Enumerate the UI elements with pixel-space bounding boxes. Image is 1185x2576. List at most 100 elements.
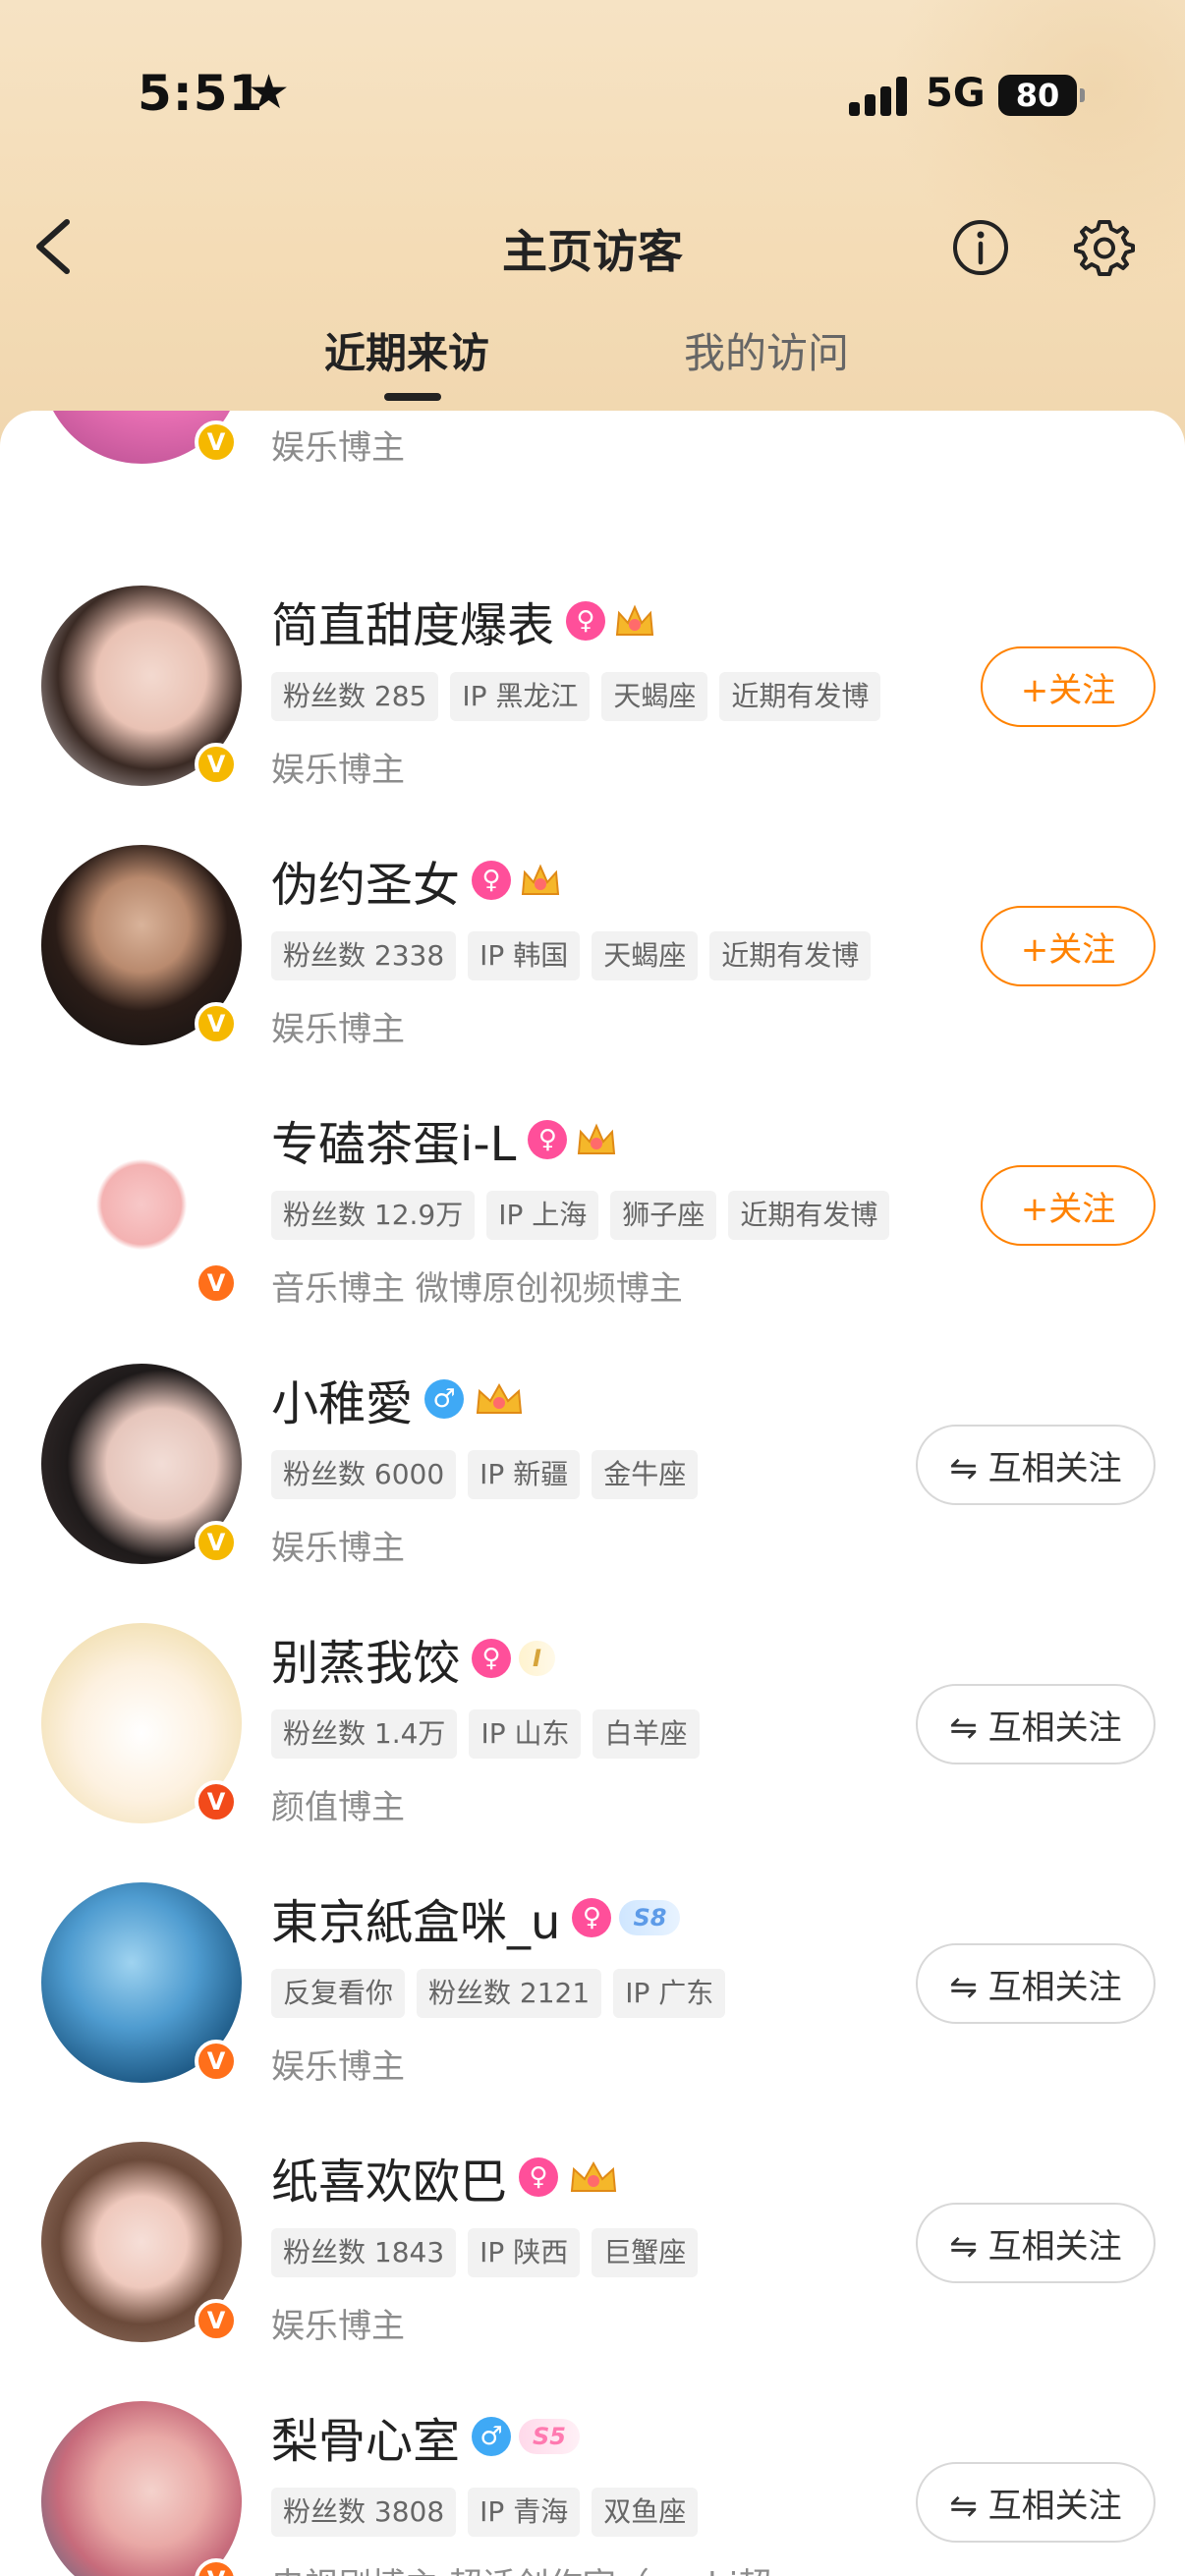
tag: IP 山东 xyxy=(469,1709,582,1759)
list-item[interactable]: V 伪约圣女 ♀ 粉丝数 2338 IP 韩国 天蝎座 近期有发博 娱乐博主 +… xyxy=(0,845,1185,1104)
tag: IP 青海 xyxy=(468,2488,581,2537)
tag: 粉丝数 6000 xyxy=(271,1450,457,1499)
verified-badge: V xyxy=(195,1002,238,1045)
female-icon: ♀ xyxy=(472,861,512,900)
star-icon: ★ xyxy=(248,65,291,120)
list-item[interactable]: V 专磕茶蛋i-L ♀ 粉丝数 12.9万 IP 上海 狮子座 近期有发博 音乐… xyxy=(0,1104,1185,1364)
gear-icon xyxy=(1074,220,1135,276)
crown-icon xyxy=(472,1377,527,1421)
member-level-icon: I xyxy=(519,1641,555,1676)
user-name[interactable]: 别蒸我饺 xyxy=(271,1624,460,1693)
tag: IP 韩国 xyxy=(468,931,581,980)
user-description: 娱乐博主 xyxy=(271,2307,405,2346)
follow-button[interactable]: +关注 xyxy=(981,1165,1156,1246)
battery-icon: 80 xyxy=(998,75,1085,116)
tag: 粉丝数 2338 xyxy=(271,931,457,980)
network-label: 5G xyxy=(926,71,986,116)
crown-icon xyxy=(575,1118,618,1161)
tag: 天蝎座 xyxy=(592,931,699,980)
tag-list: 粉丝数 12.9万 IP 上海 狮子座 近期有发博 xyxy=(271,1191,901,1240)
user-description: 电视剧博主 超话创作官（yushi超 xyxy=(271,2558,771,2576)
female-icon: ♀ xyxy=(472,1639,512,1678)
tag: 粉丝数 3808 xyxy=(271,2488,457,2537)
mutual-follow-button[interactable]: ⇋ 互相关注 xyxy=(916,1943,1156,2024)
tag-list: 粉丝数 285 IP 黑龙江 天蝎座 近期有发博 xyxy=(271,672,892,721)
user-description: 音乐博主 微博原创视频博主 xyxy=(271,1269,683,1309)
tab-recent-visits[interactable]: 近期来访 xyxy=(324,320,489,380)
tag: 粉丝数 1843 xyxy=(271,2228,457,2277)
user-name[interactable]: 梨骨心室 xyxy=(271,2402,460,2471)
tag: 近期有发博 xyxy=(709,931,872,980)
settings-button[interactable] xyxy=(1073,216,1136,279)
member-level-icon: S8 xyxy=(619,1900,681,1935)
signal-icon xyxy=(849,77,908,116)
tag: 白羊座 xyxy=(592,1709,700,1759)
mutual-follow-button[interactable]: ⇋ 互相关注 xyxy=(916,1425,1156,1505)
user-name[interactable]: 纸喜欢欧巴 xyxy=(271,2143,507,2212)
user-description: 娱乐博主 xyxy=(271,751,405,790)
list-item[interactable]: V 小稚愛 ♂ 粉丝数 6000 IP 新疆 金牛座 娱乐博主 ⇋ 互相关注 xyxy=(0,1364,1185,1623)
tag: IP 广东 xyxy=(613,1969,726,2018)
tag: 近期有发博 xyxy=(719,672,881,721)
user-name[interactable]: 简直甜度爆表 xyxy=(271,587,554,655)
list-item[interactable]: V 梨骨心室 ♂ S5 粉丝数 3808 IP 青海 双鱼座 电视剧博主 超话创… xyxy=(0,2401,1185,2576)
female-icon: ♀ xyxy=(572,1898,612,1937)
tab-indicator xyxy=(384,393,441,401)
list-item[interactable]: V 東京紙盒咪_u ♀ S8 反复看你 粉丝数 2121 IP 广东 娱乐博主 … xyxy=(0,1882,1185,2142)
follow-button[interactable]: +关注 xyxy=(981,906,1156,986)
visitor-list[interactable]: V 娱乐博主 V 简直甜度爆表 ♀ 粉丝数 285 IP 黑龙江 天蝎座 近期有… xyxy=(0,411,1185,2576)
tag: IP 黑龙江 xyxy=(450,672,591,721)
user-name[interactable]: 专磕茶蛋i-L xyxy=(271,1105,516,1174)
crown-icon xyxy=(613,599,656,643)
tag-list: 反复看你 粉丝数 2121 IP 广东 xyxy=(271,1969,737,2018)
avatar[interactable] xyxy=(41,2401,242,2576)
follow-button[interactable]: +关注 xyxy=(981,646,1156,727)
tag: 粉丝数 285 xyxy=(271,672,439,721)
mutual-follow-button[interactable]: ⇋ 互相关注 xyxy=(916,2203,1156,2283)
tag: 近期有发博 xyxy=(728,1191,890,1240)
male-icon: ♂ xyxy=(424,1379,465,1419)
verified-badge: V xyxy=(195,2040,238,2083)
mutual-follow-button[interactable]: ⇋ 互相关注 xyxy=(916,1684,1156,1764)
user-name[interactable]: 伪约圣女 xyxy=(271,846,460,915)
user-description: 颜值博主 xyxy=(271,1788,405,1827)
female-icon: ♀ xyxy=(528,1120,568,1159)
verified-badge: V xyxy=(195,1780,238,1823)
list-item[interactable]: V 简直甜度爆表 ♀ 粉丝数 285 IP 黑龙江 天蝎座 近期有发博 娱乐博主… xyxy=(0,586,1185,845)
member-level-icon: S5 xyxy=(519,2419,580,2454)
user-name[interactable]: 小稚愛 xyxy=(271,1365,413,1433)
list-item[interactable]: V 别蒸我饺 ♀ I 粉丝数 1.4万 IP 山东 白羊座 颜值博主 ⇋ 互相关… xyxy=(0,1623,1185,1882)
tag: 狮子座 xyxy=(610,1191,717,1240)
tag: IP 陕西 xyxy=(468,2228,581,2277)
tag-list: 粉丝数 1843 IP 陕西 巨蟹座 xyxy=(271,2228,709,2277)
tag-list: 粉丝数 3808 IP 青海 双鱼座 xyxy=(271,2488,709,2537)
crown-icon xyxy=(566,2156,621,2199)
user-description: 娱乐博主 xyxy=(271,428,405,468)
verified-badge: V xyxy=(195,1521,238,1564)
info-icon xyxy=(953,220,1008,275)
tag: 粉丝数 12.9万 xyxy=(271,1191,476,1240)
info-button[interactable] xyxy=(951,218,1010,277)
list-item[interactable]: V 纸喜欢欧巴 ♀ 粉丝数 1843 IP 陕西 巨蟹座 娱乐博主 ⇋ 互相关注 xyxy=(0,2142,1185,2401)
tag: 双鱼座 xyxy=(592,2488,699,2537)
user-name[interactable]: 東京紙盒咪_u xyxy=(271,1883,560,1952)
user-description: 娱乐博主 xyxy=(271,2047,405,2087)
tab-my-visits[interactable]: 我的访问 xyxy=(684,320,849,380)
tag-list: 粉丝数 6000 IP 新疆 金牛座 xyxy=(271,1450,709,1499)
female-icon: ♀ xyxy=(519,2157,559,2197)
male-icon: ♂ xyxy=(472,2417,512,2456)
tag-list: 粉丝数 1.4万 IP 山东 白羊座 xyxy=(271,1709,711,1759)
tag: 反复看你 xyxy=(271,1969,406,2018)
tag: 粉丝数 2121 xyxy=(417,1969,602,2018)
tag: IP 上海 xyxy=(486,1191,599,1240)
verified-badge: V xyxy=(195,2299,238,2342)
user-description: 娱乐博主 xyxy=(271,1529,405,1568)
tag: 天蝎座 xyxy=(601,672,708,721)
mutual-follow-button[interactable]: ⇋ 互相关注 xyxy=(916,2462,1156,2543)
verified-badge: V xyxy=(195,420,238,464)
list-item-partial[interactable]: V 娱乐博主 xyxy=(0,411,1185,523)
tag: 巨蟹座 xyxy=(592,2228,699,2277)
female-icon: ♀ xyxy=(566,601,606,641)
status-time: 5:51 xyxy=(138,65,264,122)
user-description: 娱乐博主 xyxy=(271,1010,405,1049)
